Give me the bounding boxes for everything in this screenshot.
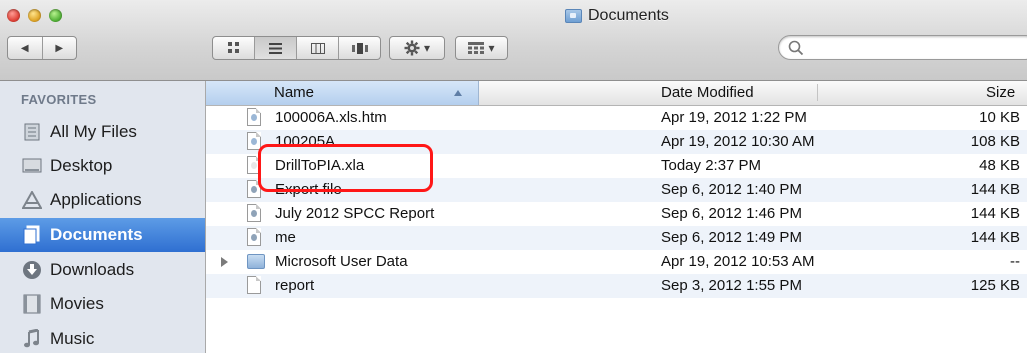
column-header-date[interactable]: Date Modified xyxy=(661,84,754,101)
sidebar-item-label: All My Files xyxy=(50,122,137,141)
chevron-down-icon: ▾ xyxy=(488,41,495,55)
forward-arrow-icon: ▶ xyxy=(55,42,64,54)
sort-ascending-icon xyxy=(454,90,462,96)
column-divider[interactable] xyxy=(817,84,818,101)
arrange-menu-button[interactable]: ▾ xyxy=(455,36,508,60)
file-size: 125 KB xyxy=(970,277,1020,294)
back-arrow-icon: ◀ xyxy=(20,42,29,54)
favorites-heading: FAVORITES xyxy=(21,92,97,107)
column-view-icon xyxy=(310,42,325,54)
file-size: 108 KB xyxy=(970,133,1020,150)
applications-icon xyxy=(22,190,42,210)
file-date: Sep 6, 2012 1:49 PM xyxy=(661,229,802,246)
icon-view-icon xyxy=(227,42,239,53)
back-button[interactable]: ◀ xyxy=(8,37,43,59)
coverflow-view-button[interactable] xyxy=(339,37,380,59)
list-view-icon xyxy=(269,42,282,54)
document-icon xyxy=(247,228,263,248)
file-row[interactable]: report Sep 3, 2012 1:55 PM 125 KB xyxy=(206,274,1027,298)
sidebar-item-label: Documents xyxy=(50,225,143,244)
icon-view-button[interactable] xyxy=(213,37,255,59)
document-icon xyxy=(247,204,263,224)
close-window-button[interactable] xyxy=(7,9,20,22)
file-name: July 2012 SPCC Report xyxy=(275,205,435,222)
documents-icon xyxy=(22,225,42,245)
highlight-annotation xyxy=(258,144,433,192)
file-date: Sep 3, 2012 1:55 PM xyxy=(661,277,802,294)
blank-document-icon xyxy=(247,276,263,296)
list-view-button[interactable] xyxy=(255,37,297,59)
file-size: 144 KB xyxy=(970,205,1020,222)
action-menu-button[interactable]: ▾ xyxy=(389,36,445,60)
back-forward-control: ◀ ▶ xyxy=(7,36,77,60)
search-field[interactable] xyxy=(778,35,1027,60)
all-files-icon xyxy=(22,122,42,142)
file-date: Apr 19, 2012 1:22 PM xyxy=(661,109,807,126)
column-header-bar: Name Date Modified Size xyxy=(206,81,1027,106)
gear-icon xyxy=(404,40,420,56)
sidebar-item-documents[interactable]: Documents xyxy=(0,218,205,252)
document-icon xyxy=(247,108,263,128)
file-date: Sep 6, 2012 1:46 PM xyxy=(661,205,802,222)
sidebar-item-music[interactable]: Music xyxy=(0,322,205,356)
file-name: report xyxy=(275,277,315,294)
file-size: -- xyxy=(1010,253,1020,270)
file-name: me xyxy=(275,229,296,246)
column-header-name[interactable]: Name xyxy=(206,81,479,105)
file-date: Sep 6, 2012 1:40 PM xyxy=(661,181,802,198)
view-switcher xyxy=(212,36,381,60)
sidebar: FAVORITES All My Files Desktop Applicati… xyxy=(0,81,206,353)
sidebar-item-movies[interactable]: Movies xyxy=(0,287,205,321)
sidebar-item-label: Downloads xyxy=(50,260,135,279)
column-header-size[interactable]: Size xyxy=(986,84,1015,101)
movies-icon xyxy=(22,294,42,314)
file-date: Apr 19, 2012 10:53 AM xyxy=(661,253,815,270)
file-date: Apr 19, 2012 10:30 AM xyxy=(661,133,815,150)
folder-icon xyxy=(565,9,582,23)
file-row[interactable]: 100006A.xls.htm Apr 19, 2012 1:22 PM 10 … xyxy=(206,106,1027,130)
search-icon xyxy=(788,40,804,56)
file-name: Microsoft User Data xyxy=(275,253,408,270)
file-date: Today 2:37 PM xyxy=(661,157,762,174)
file-row[interactable]: Microsoft User Data Apr 19, 2012 10:53 A… xyxy=(206,250,1027,274)
sidebar-item-label: Movies xyxy=(50,294,104,313)
sidebar-item-desktop[interactable]: Desktop xyxy=(0,149,205,183)
sidebar-item-applications[interactable]: Applications xyxy=(0,183,205,217)
coverflow-view-icon xyxy=(351,42,368,54)
file-row[interactable]: me Sep 6, 2012 1:49 PM 144 KB xyxy=(206,226,1027,250)
file-size: 48 KB xyxy=(979,157,1020,174)
minimize-window-button[interactable] xyxy=(28,9,41,22)
window-title-text: Documents xyxy=(588,7,669,24)
sidebar-item-all-my-files[interactable]: All My Files xyxy=(0,115,205,149)
music-icon xyxy=(22,329,42,349)
arrange-icon xyxy=(468,42,485,54)
file-size: 10 KB xyxy=(979,109,1020,126)
desktop-icon xyxy=(22,156,42,176)
folder-icon xyxy=(247,252,265,272)
disclosure-triangle-icon[interactable] xyxy=(221,257,228,267)
sidebar-item-label: Desktop xyxy=(50,156,113,175)
downloads-icon xyxy=(22,260,42,280)
zoom-window-button[interactable] xyxy=(49,9,62,22)
window-toolbar: Documents ◀ ▶ ▾ ▾ xyxy=(0,0,1027,81)
file-name: 100006A.xls.htm xyxy=(275,109,387,126)
sidebar-item-label: Music xyxy=(50,329,95,348)
file-list: Name Date Modified Size 100006A.xls.htm … xyxy=(206,81,1027,353)
window-title: Documents xyxy=(565,7,669,25)
sidebar-item-label: Applications xyxy=(50,190,142,209)
file-size: 144 KB xyxy=(970,181,1020,198)
column-view-button[interactable] xyxy=(297,37,339,59)
forward-button[interactable]: ▶ xyxy=(43,37,77,59)
sidebar-item-downloads[interactable]: Downloads xyxy=(0,253,205,287)
file-size: 144 KB xyxy=(970,229,1020,246)
file-row[interactable]: July 2012 SPCC Report Sep 6, 2012 1:46 P… xyxy=(206,202,1027,226)
chevron-down-icon: ▾ xyxy=(423,41,431,55)
column-header-name-label: Name xyxy=(274,84,315,101)
